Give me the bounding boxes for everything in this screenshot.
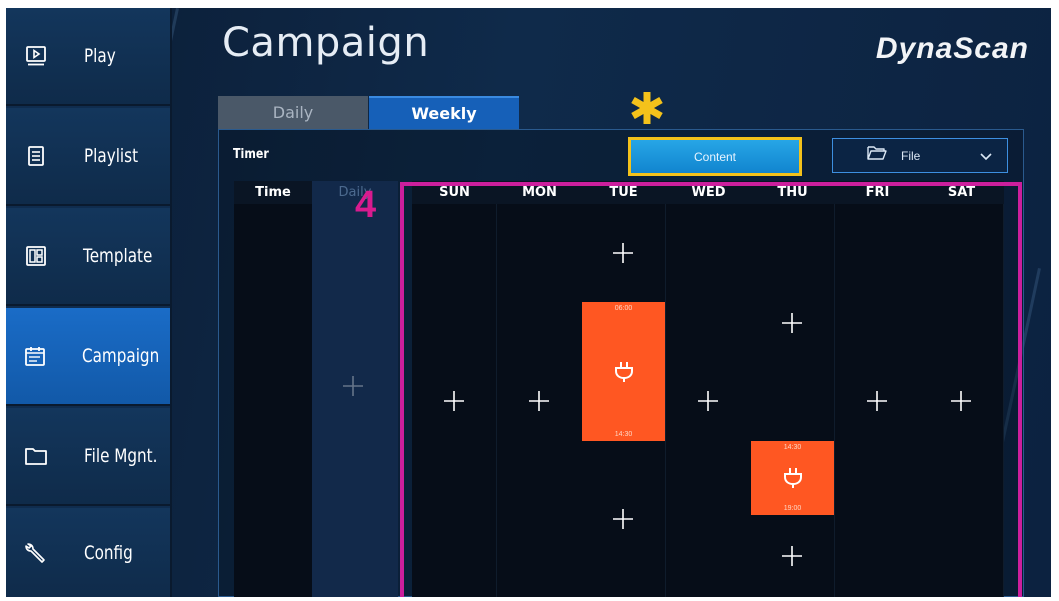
sidebar-item-campaign[interactable]: Campaign (6, 308, 170, 406)
chevron-down-icon (979, 149, 993, 167)
day-header-mon: MON (497, 181, 582, 204)
timer-label: Timer (233, 147, 269, 162)
sidebar-item-label: Playlist (84, 145, 139, 167)
calendar-icon (24, 344, 46, 368)
file-dropdown-label: File (901, 148, 921, 163)
tab-label: Daily (272, 103, 314, 122)
event-block[interactable]: 06:00 14:30 (582, 302, 665, 441)
add-slot-button[interactable] (864, 388, 890, 414)
day-header-thu: THU (750, 181, 835, 204)
step-number: 4 (355, 184, 377, 226)
add-slot-button[interactable] (948, 388, 974, 414)
plus-icon (444, 391, 464, 411)
day-header-fri: FRI (835, 181, 920, 204)
folder-open-icon (867, 145, 887, 166)
tab-label: Weekly (411, 104, 477, 123)
day-header-sun: SUN (412, 181, 497, 204)
plus-icon (613, 509, 633, 529)
add-slot-button[interactable] (779, 310, 805, 336)
plus-icon (613, 243, 633, 263)
playlist-icon (24, 144, 48, 168)
plus-icon (951, 391, 971, 411)
asterisk-marker (631, 92, 663, 124)
add-slot-button[interactable] (610, 506, 636, 532)
sidebar-item-playlist[interactable]: Playlist (6, 108, 170, 206)
plus-icon (782, 546, 802, 566)
template-icon (24, 244, 47, 268)
plus-icon (867, 391, 887, 411)
plus-icon (529, 391, 549, 411)
tab-weekly[interactable]: Weekly (369, 96, 519, 129)
plug-icon (783, 467, 803, 494)
wrench-icon (24, 541, 48, 565)
time-column (234, 181, 312, 597)
day-header-wed: WED (666, 181, 751, 204)
plus-icon (698, 391, 718, 411)
sidebar-item-label: File Mgnt. (84, 445, 158, 467)
event-start-time: 06:00 (614, 305, 633, 312)
sidebar-item-label: Play (84, 45, 116, 67)
sidebar-item-file-mgnt[interactable]: File Mgnt. (6, 408, 170, 506)
brand-logo: DynaScan (875, 32, 1029, 65)
content-button[interactable]: Content (628, 137, 802, 176)
play-icon (24, 44, 48, 68)
sidebar: Play Playlist Template Campaign File Mgn… (6, 8, 172, 597)
day-column-thu (750, 181, 835, 597)
event-start-time: 14:30 (783, 444, 802, 451)
page-title: Campaign (222, 20, 430, 66)
sidebar-item-label: Config (84, 541, 133, 564)
add-slot-button[interactable] (526, 388, 552, 414)
add-slot-button[interactable] (779, 543, 805, 569)
add-slot-button[interactable] (695, 388, 721, 414)
day-header-sat: SAT (919, 181, 1004, 204)
content-button-label: Content (693, 149, 737, 164)
event-end-time: 14:30 (614, 431, 633, 438)
event-end-time: 19:00 (783, 505, 802, 512)
folder-icon (24, 444, 48, 468)
file-dropdown[interactable]: File (832, 138, 1008, 173)
plus-icon (782, 313, 802, 333)
add-daily-button[interactable] (340, 373, 366, 399)
day-header-tue: TUE (581, 181, 666, 204)
add-slot-button[interactable] (610, 240, 636, 266)
sidebar-item-label: Campaign (82, 345, 160, 367)
sidebar-item-config[interactable]: Config (6, 508, 170, 597)
sidebar-item-play[interactable]: Play (6, 8, 170, 106)
add-slot-button[interactable] (441, 388, 467, 414)
event-block[interactable]: 14:30 19:00 (751, 441, 834, 515)
sidebar-item-template[interactable]: Template (6, 208, 170, 306)
sidebar-item-label: Template (83, 245, 153, 267)
time-header: Time (234, 181, 312, 204)
tab-daily[interactable]: Daily (218, 96, 368, 129)
plug-icon (614, 361, 634, 388)
app-screen: Play Playlist Template Campaign File Mgn… (6, 8, 1051, 597)
